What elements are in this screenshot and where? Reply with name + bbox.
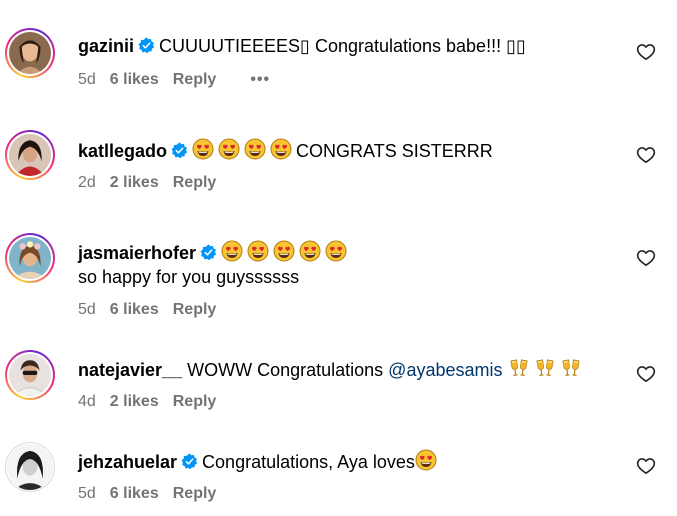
avatar[interactable] [5,28,55,78]
heart-outline-icon[interactable] [636,42,656,62]
comment-likes[interactable]: 6 likes [110,71,159,88]
avatar[interactable] [5,233,55,283]
comment-username[interactable]: gazinii [78,36,134,56]
comment-meta: 5d 6 likes Reply ••• [78,71,284,89]
verified-badge-icon [171,142,188,159]
comment-text: so happy for you guyssssss [78,267,300,287]
heart-eyes-emoji [270,138,292,160]
comment-likes[interactable]: 6 likes [110,301,159,318]
comment-text-line: jasmaierhofer [78,240,351,264]
comment-username[interactable]: natejavier__ [78,360,182,380]
heart-eyes-emoji [299,240,321,262]
reply-button[interactable]: Reply [173,485,217,502]
heart-eyes-emoji [192,138,214,160]
reply-button[interactable]: Reply [173,301,217,318]
comment-likes[interactable]: 6 likes [110,485,159,502]
comment-meta: 2d 2 likes Reply [78,174,230,192]
verified-badge-icon [181,453,198,470]
clinking-glasses-emoji [560,357,582,379]
clinking-glasses-emoji [534,357,556,379]
comment-meta: 5d 6 likes Reply [78,301,230,319]
heart-eyes-emoji [218,138,240,160]
comment-text-line: jehzahuelar Congratulations, Aya loves [78,449,441,473]
reply-button[interactable]: Reply [173,393,217,410]
heart-eyes-emoji [221,240,243,262]
comment-text-line: katllegado CONGRATS SISTERRR [78,138,493,162]
avatar[interactable] [5,442,55,492]
comment-username[interactable]: jehzahuelar [78,452,177,472]
comment-age: 5d [78,301,96,318]
comment-text: CONGRATS SISTERRR [296,141,493,161]
mention-link[interactable]: @ayabesamis [388,360,502,380]
heart-outline-icon[interactable] [636,456,656,476]
avatar[interactable] [5,130,55,180]
comment-meta: 4d 2 likes Reply [78,393,230,411]
avatar[interactable] [5,350,55,400]
comment-text-line: natejavier__ WOWW Congratulations @ayabe… [78,357,586,381]
verified-badge-icon [138,37,155,54]
comment-meta: 5d 6 likes Reply [78,485,230,503]
comment-text: CUUUUTIEEEES▯ Congratulations babe!!! ▯▯ [159,36,526,56]
comment-text-line: gazinii CUUUUTIEEEES▯ Congratulations bab… [78,35,526,57]
heart-eyes-emoji [273,240,295,262]
heart-eyes-emoji [244,138,266,160]
comment-text: WOWW Congratulations [187,360,384,380]
heart-eyes-emoji [325,240,347,262]
heart-outline-icon[interactable] [636,248,656,268]
comment-age: 4d [78,393,96,410]
clinking-glasses-emoji [508,357,530,379]
comment-username[interactable]: katllegado [78,141,167,161]
heart-eyes-emoji [247,240,269,262]
comment-likes[interactable]: 2 likes [110,174,159,191]
heart-outline-icon[interactable] [636,364,656,384]
heart-outline-icon[interactable] [636,145,656,165]
heart-eyes-emoji [415,449,437,471]
comment-age: 5d [78,485,96,502]
comment-age: 5d [78,71,96,88]
comment-text: Congratulations, Aya loves [202,452,415,472]
reply-button[interactable]: Reply [173,174,217,191]
comment-likes[interactable]: 2 likes [110,393,159,410]
comment-username[interactable]: jasmaierhofer [78,243,196,263]
verified-badge-icon [200,244,217,261]
comment-age: 2d [78,174,96,191]
reply-button[interactable]: Reply [173,71,217,88]
more-options-button[interactable]: ••• [250,71,270,88]
comment-text-line-2: so happy for you guyssssss [78,266,299,288]
